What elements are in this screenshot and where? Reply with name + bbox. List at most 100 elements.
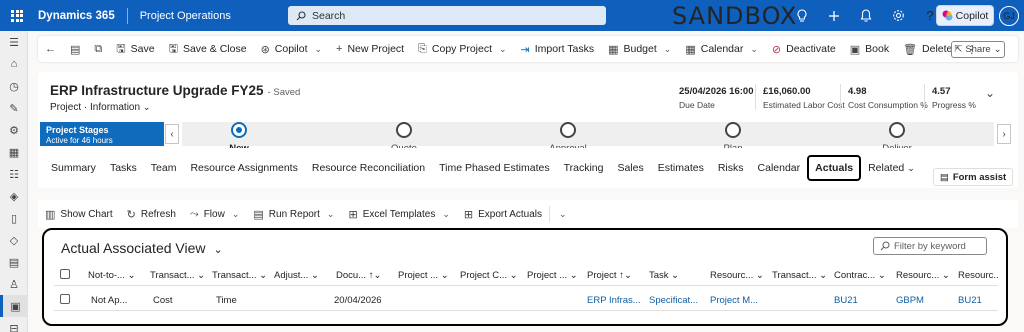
refresh-button[interactable]: ↻ Refresh <box>120 201 183 227</box>
calendar-button[interactable]: ▦ Calendar ⌄ <box>678 36 765 62</box>
delete-button[interactable]: 🗑 Delete <box>896 36 959 62</box>
filter-keyword-input[interactable]: Filter by keyword <box>873 237 987 255</box>
lightbulb-icon[interactable] <box>786 0 818 31</box>
deactivate-button[interactable]: ⊘ Deactivate <box>765 36 843 62</box>
brand-name[interactable]: Dynamics 365 <box>38 10 115 22</box>
column-header[interactable]: Task ⌄ <box>649 264 707 286</box>
excel-icon: ⊞ <box>348 208 358 221</box>
chevron-down-icon: ⌄ <box>907 163 915 173</box>
tab-resource-reconciliation[interactable]: Resource Reconciliation <box>305 162 432 174</box>
save-close-button[interactable]: 🖫 Save & Close <box>162 36 254 62</box>
home-icon[interactable]: ⌂ <box>0 53 28 75</box>
show-chart-button[interactable]: ▥ Show Chart <box>38 201 120 227</box>
bpf-next-button[interactable]: › <box>997 124 1011 144</box>
back-button[interactable]: ← <box>38 36 63 62</box>
column-header[interactable]: Transact... ⌄ <box>150 264 208 286</box>
document-list-icon[interactable]: ☷ <box>0 163 28 185</box>
form-selector[interactable]: Information <box>90 102 140 113</box>
briefcase-icon[interactable]: ▤ <box>0 251 28 273</box>
resource-link[interactable]: Project M... <box>710 289 768 311</box>
budget-button[interactable]: ▦ Budget ⌄ <box>601 36 678 62</box>
save-button[interactable]: 🖫 Save <box>109 36 161 62</box>
flow-button[interactable]: ⤳ Flow ⌄ <box>183 201 246 227</box>
process-label[interactable]: Project Stages Active for 46 hours <box>40 122 164 146</box>
excel-templates-button[interactable]: ⊞ Excel Templates ⌄ <box>341 201 456 227</box>
pin-icon[interactable]: ✎ <box>0 97 28 119</box>
column-header[interactable]: Project C... ⌄ <box>460 264 518 286</box>
app-name[interactable]: Project Operations <box>140 10 231 22</box>
more-grid-commands-button[interactable]: ⌄ <box>549 206 574 222</box>
run-report-button[interactable]: ▤ Run Report ⌄ <box>246 201 341 227</box>
select-all-checkbox[interactable] <box>60 269 70 279</box>
chevron-down-icon[interactable]: ⌄ <box>143 102 151 112</box>
app-launcher-icon[interactable] <box>0 0 34 31</box>
tab-related[interactable]: Related ⌄ <box>861 162 922 174</box>
time-entry-icon[interactable]: ▣ <box>0 295 28 317</box>
column-header[interactable]: Transact... ⌄ <box>212 264 270 286</box>
table-row[interactable]: Not Ap... Cost Time 20/04/2026 ERP Infra… <box>54 289 998 311</box>
book-button[interactable]: ▣ Book <box>843 36 896 62</box>
global-search-input[interactable]: Search <box>288 6 606 25</box>
bpf-previous-button[interactable]: ‹ <box>165 124 179 144</box>
tab-estimates[interactable]: Estimates <box>651 162 711 174</box>
page-icon[interactable]: ▯ <box>0 207 28 229</box>
column-header[interactable]: Adjust... ⌄ <box>274 264 332 286</box>
contract-org-link[interactable]: BU21 <box>834 289 889 311</box>
calendar-icon[interactable]: ▦ <box>0 141 28 163</box>
row-select-checkbox[interactable] <box>60 294 70 304</box>
tab-sales[interactable]: Sales <box>610 162 650 174</box>
open-new-window-button[interactable]: ⧉ <box>87 36 109 62</box>
column-header[interactable]: Docu... ↑ ⌄ <box>336 264 394 286</box>
column-header[interactable]: Transact... ⌄ <box>772 264 830 286</box>
hamburger-menu-icon[interactable]: ☰ <box>0 31 28 53</box>
avatar[interactable]: GJ <box>999 6 1019 26</box>
recent-icon[interactable]: ◷ <box>0 75 28 97</box>
copilot-command-button[interactable]: ⊛ Copilot ⌄ <box>254 36 329 62</box>
new-project-button[interactable]: + New Project <box>329 36 411 62</box>
gear-icon[interactable] <box>882 0 914 31</box>
form-view-button[interactable]: ▤ <box>63 36 87 62</box>
cube-icon[interactable]: ◈ <box>0 185 28 207</box>
plus-icon[interactable] <box>818 0 850 31</box>
column-header[interactable]: Project ↑ ⌄ <box>587 264 645 286</box>
tab-resource-assignments[interactable]: Resource Assignments <box>183 162 304 174</box>
task-link[interactable]: Specificat... <box>649 289 707 311</box>
form-assist-button[interactable]: ▤ Form assist <box>933 168 1013 186</box>
column-header[interactable]: Project ... ⌄ <box>527 264 585 286</box>
save-label: Save <box>130 43 155 55</box>
export-actuals-button[interactable]: ⊞ Export Actuals <box>457 201 549 227</box>
column-header[interactable]: Not-to-... ⌄ <box>88 264 146 286</box>
header-field-labor-cost: £16,060.00 Estimated Labor Cost <box>763 86 845 110</box>
resource-org-link[interactable]: BU21 <box>958 289 998 311</box>
tab-summary[interactable]: Summary <box>44 162 103 174</box>
tab-risks[interactable]: Risks <box>711 162 751 174</box>
column-header[interactable]: Resourc... ⌄ <box>710 264 768 286</box>
expand-header-chevron-icon[interactable]: ⌄ <box>985 86 995 100</box>
resource-role-link[interactable]: GBPM <box>896 289 951 311</box>
view-selector[interactable]: Actual Associated View ⌄ <box>61 240 223 256</box>
record-subtitle: Project · Information ⌄ <box>50 102 151 113</box>
bell-icon[interactable] <box>850 0 882 31</box>
copilot-button[interactable]: Copilot <box>936 5 994 26</box>
new-project-label: New Project <box>347 43 405 55</box>
import-tasks-button[interactable]: ⇥ Import Tasks <box>514 36 602 62</box>
column-header[interactable]: Resourc... ⌄ <box>896 264 954 286</box>
diamond-icon[interactable]: ◇ <box>0 229 28 251</box>
person-icon[interactable]: ♙ <box>0 273 28 295</box>
share-button[interactable]: ⇱ Share ⌄ <box>951 41 1005 58</box>
column-header[interactable]: Contrac... ⌄ <box>834 264 892 286</box>
project-link[interactable]: ERP Infras... <box>587 289 645 311</box>
column-header[interactable]: Resourc... <box>958 264 998 286</box>
tab-team[interactable]: Team <box>144 162 184 174</box>
column-header-label: Contrac... <box>834 269 876 281</box>
tab-actuals[interactable]: Actuals <box>807 155 862 181</box>
tab-calendar[interactable]: Calendar <box>751 162 808 174</box>
tab-tracking[interactable]: Tracking <box>557 162 611 174</box>
flow-icon: ⤳ <box>189 207 199 220</box>
projects-icon[interactable]: ⚙ <box>0 119 28 141</box>
tab-time-phased-estimates[interactable]: Time Phased Estimates <box>432 162 557 174</box>
tag-icon[interactable]: ⊟ <box>0 317 28 332</box>
column-header[interactable]: Project ... ⌄ <box>398 264 456 286</box>
tab-tasks[interactable]: Tasks <box>103 162 144 174</box>
copy-project-button[interactable]: ⎘ Copy Project ⌄ <box>411 36 513 62</box>
